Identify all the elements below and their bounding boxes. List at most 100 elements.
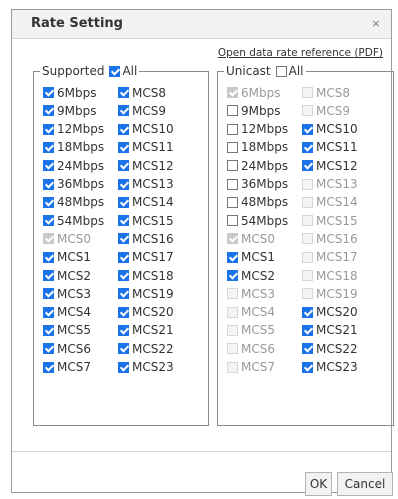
- unicast-rate-mcs12[interactable]: MCS12: [302, 157, 358, 174]
- supported-rate-24mbps[interactable]: 24Mbps: [43, 157, 104, 174]
- unicast-rate-checkbox[interactable]: [227, 123, 238, 135]
- supported-rate-mcs3[interactable]: MCS3: [43, 285, 91, 302]
- unicast-rate-checkbox[interactable]: [302, 324, 313, 336]
- unicast-rate-mcs2[interactable]: MCS2: [227, 267, 275, 284]
- supported-rate-9mbps[interactable]: 9Mbps: [43, 102, 96, 119]
- unicast-rate-mcs11[interactable]: MCS11: [302, 139, 358, 156]
- supported-all-checkbox[interactable]: [109, 65, 121, 77]
- supported-rate-6mbps[interactable]: 6Mbps: [43, 84, 96, 101]
- supported-rate-36mbps[interactable]: 36Mbps: [43, 176, 104, 193]
- unicast-rate-48mbps[interactable]: 48Mbps: [227, 194, 288, 211]
- unicast-rate-checkbox[interactable]: [227, 105, 238, 117]
- unicast-rate-mcs22[interactable]: MCS22: [302, 340, 358, 357]
- supported-rate-checkbox[interactable]: [43, 178, 54, 190]
- supported-rate-checkbox[interactable]: [43, 270, 54, 281]
- supported-rate-mcs18[interactable]: MCS18: [118, 267, 174, 284]
- unicast-rate-18mbps[interactable]: 18Mbps: [227, 139, 288, 156]
- ok-button[interactable]: OK: [305, 472, 332, 496]
- supported-rate-checkbox[interactable]: [43, 123, 54, 135]
- supported-rate-checkbox[interactable]: [118, 270, 129, 281]
- supported-rate-48mbps[interactable]: 48Mbps: [43, 194, 104, 211]
- supported-rate-checkbox[interactable]: [118, 141, 129, 153]
- supported-rate-mcs14[interactable]: MCS14: [118, 194, 174, 211]
- supported-rate-54mbps[interactable]: 54Mbps: [43, 212, 104, 229]
- supported-rate-checkbox[interactable]: [118, 87, 129, 98]
- supported-rate-checkbox[interactable]: [43, 288, 54, 300]
- supported-rate-mcs16[interactable]: MCS16: [118, 230, 174, 247]
- unicast-rate-mcs10[interactable]: MCS10: [302, 121, 358, 138]
- supported-rate-checkbox[interactable]: [118, 233, 129, 245]
- supported-rate-mcs10[interactable]: MCS10: [118, 121, 174, 138]
- supported-rate-checkbox[interactable]: [43, 196, 54, 208]
- supported-rate-checkbox[interactable]: [43, 361, 54, 373]
- supported-rate-mcs1[interactable]: MCS1: [43, 249, 91, 266]
- supported-rate-checkbox[interactable]: [118, 105, 129, 117]
- data-rate-reference-link[interactable]: Open data rate reference (PDF): [218, 47, 383, 59]
- supported-rate-checkbox[interactable]: [118, 361, 129, 373]
- unicast-rate-mcs21[interactable]: MCS21: [302, 322, 358, 339]
- supported-rate-mcs12[interactable]: MCS12: [118, 157, 174, 174]
- supported-rate-checkbox[interactable]: [118, 324, 129, 336]
- unicast-rate-54mbps[interactable]: 54Mbps: [227, 212, 288, 229]
- unicast-rate-12mbps[interactable]: 12Mbps: [227, 121, 288, 138]
- supported-rate-mcs17[interactable]: MCS17: [118, 249, 174, 266]
- supported-rate-checkbox[interactable]: [43, 141, 54, 153]
- supported-rate-checkbox[interactable]: [43, 306, 54, 318]
- supported-rate-checkbox[interactable]: [43, 251, 54, 263]
- supported-rate-mcs4[interactable]: MCS4: [43, 304, 91, 321]
- supported-rate-checkbox[interactable]: [118, 288, 129, 300]
- unicast-rate-mcs23[interactable]: MCS23: [302, 359, 358, 376]
- unicast-rate-checkbox[interactable]: [227, 215, 238, 227]
- unicast-rate-checkbox[interactable]: [302, 361, 313, 373]
- unicast-rate-checkbox[interactable]: [227, 178, 238, 190]
- unicast-rate-24mbps[interactable]: 24Mbps: [227, 157, 288, 174]
- unicast-rate-checkbox[interactable]: [227, 160, 238, 172]
- unicast-rate-checkbox[interactable]: [227, 251, 238, 263]
- cancel-button[interactable]: Cancel: [337, 472, 393, 496]
- supported-rate-mcs7[interactable]: MCS7: [43, 359, 91, 376]
- unicast-rate-mcs20[interactable]: MCS20: [302, 304, 358, 321]
- supported-rate-mcs8[interactable]: MCS8: [118, 84, 166, 101]
- supported-rate-mcs20[interactable]: MCS20: [118, 304, 174, 321]
- supported-rate-checkbox[interactable]: [118, 251, 129, 263]
- supported-rate-checkbox[interactable]: [43, 324, 54, 336]
- supported-rate-checkbox[interactable]: [43, 343, 54, 355]
- supported-rate-mcs11[interactable]: MCS11: [118, 139, 174, 156]
- supported-rate-mcs13[interactable]: MCS13: [118, 176, 174, 193]
- unicast-rate-9mbps[interactable]: 9Mbps: [227, 102, 280, 119]
- close-icon[interactable]: ×: [369, 17, 383, 31]
- supported-rate-mcs19[interactable]: MCS19: [118, 285, 174, 302]
- unicast-rate-checkbox[interactable]: [227, 141, 238, 153]
- supported-rate-checkbox[interactable]: [118, 123, 129, 135]
- supported-rate-mcs6[interactable]: MCS6: [43, 340, 91, 357]
- unicast-rate-36mbps[interactable]: 36Mbps: [227, 176, 288, 193]
- unicast-rate-checkbox[interactable]: [302, 141, 313, 153]
- supported-rate-checkbox[interactable]: [118, 306, 129, 318]
- supported-rate-checkbox[interactable]: [43, 215, 54, 227]
- supported-rate-mcs21[interactable]: MCS21: [118, 322, 174, 339]
- supported-rate-mcs5[interactable]: MCS5: [43, 322, 91, 339]
- unicast-rate-checkbox[interactable]: [227, 270, 238, 281]
- supported-rate-mcs23[interactable]: MCS23: [118, 359, 174, 376]
- supported-rate-checkbox[interactable]: [118, 343, 129, 355]
- unicast-rate-checkbox[interactable]: [302, 343, 313, 355]
- supported-rate-checkbox[interactable]: [43, 87, 54, 98]
- supported-rate-checkbox[interactable]: [118, 160, 129, 172]
- unicast-rate-checkbox[interactable]: [302, 123, 313, 135]
- supported-rate-mcs2[interactable]: MCS2: [43, 267, 91, 284]
- unicast-rate-mcs1[interactable]: MCS1: [227, 249, 275, 266]
- supported-rate-12mbps[interactable]: 12Mbps: [43, 121, 104, 138]
- supported-rate-checkbox[interactable]: [118, 178, 129, 190]
- supported-rate-checkbox[interactable]: [118, 215, 129, 227]
- unicast-rate-checkbox[interactable]: [227, 196, 238, 208]
- supported-rate-18mbps[interactable]: 18Mbps: [43, 139, 104, 156]
- supported-rate-checkbox[interactable]: [43, 160, 54, 172]
- supported-rate-mcs9[interactable]: MCS9: [118, 102, 166, 119]
- supported-rate-checkbox[interactable]: [118, 196, 129, 208]
- unicast-rate-checkbox[interactable]: [302, 306, 313, 318]
- unicast-rate-checkbox[interactable]: [302, 160, 313, 172]
- unicast-all-checkbox[interactable]: [275, 65, 287, 77]
- supported-rate-mcs22[interactable]: MCS22: [118, 340, 174, 357]
- supported-rate-mcs15[interactable]: MCS15: [118, 212, 174, 229]
- supported-rate-checkbox[interactable]: [43, 105, 54, 117]
